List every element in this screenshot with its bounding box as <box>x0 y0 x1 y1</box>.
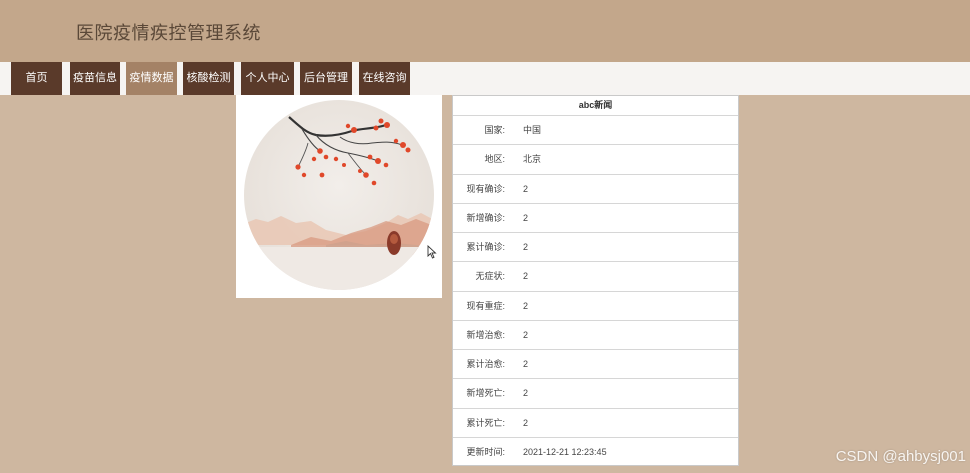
info-value: 2 <box>523 388 529 399</box>
news-image <box>236 95 442 298</box>
info-value: 2021-12-21 12:23:45 <box>523 446 607 457</box>
epidemic-detail-panel: abc新闻 国家: 中国 地区: 北京 现有确诊: 2 新增确诊: 2 累计确诊… <box>452 95 739 466</box>
info-label: 新增死亡: <box>466 388 505 399</box>
info-label: 地区: <box>484 154 505 165</box>
info-row-asymptomatic: 无症状: 2 <box>453 262 738 292</box>
info-label: 现有重症: <box>466 300 505 311</box>
panel-title: abc新闻 <box>453 96 738 116</box>
nav-item-vaccine-info[interactable]: 疫苗信息 <box>70 62 120 95</box>
main-navbar: 首页 疫苗信息 疫情数据 核酸检测 个人中心 后台管理 在线咨询 <box>0 62 970 95</box>
info-value: 2 <box>523 242 529 252</box>
nav-item-home[interactable]: 首页 <box>11 62 62 95</box>
nav-item-admin[interactable]: 后台管理 <box>300 62 352 95</box>
info-row-total-confirmed: 累计确诊: 2 <box>453 233 738 263</box>
info-label: 累计确诊: <box>466 242 505 252</box>
info-label: 累计治愈: <box>466 359 505 369</box>
nav-item-personal-center[interactable]: 个人中心 <box>241 62 294 95</box>
info-row-update-time: 更新时间: 2021-12-21 12:23:45 <box>453 438 738 467</box>
site-header: 医院疫情疾控管理系统 <box>0 0 970 62</box>
info-row-new-confirmed: 新增确诊: 2 <box>453 204 738 233</box>
info-value: 中国 <box>523 125 542 135</box>
info-label: 现有确诊: <box>466 183 505 194</box>
info-row-current-severe: 现有重症: 2 <box>453 292 738 321</box>
info-value: 2 <box>523 183 529 194</box>
info-label: 国家: <box>484 125 505 135</box>
info-row-new-cured: 新增治愈: 2 <box>453 321 738 350</box>
info-row-new-deaths: 新增死亡: 2 <box>453 379 738 409</box>
info-label: 无症状: <box>475 271 505 282</box>
info-row-region: 地区: 北京 <box>453 145 738 175</box>
info-value: 2 <box>523 271 529 282</box>
info-value: 2 <box>523 417 529 428</box>
info-row-country: 国家: 中国 <box>453 116 738 146</box>
info-value: 2 <box>523 300 529 311</box>
info-row-total-deaths: 累计死亡: 2 <box>453 409 738 438</box>
info-label: 累计死亡: <box>466 417 505 428</box>
info-label: 新增治愈: <box>466 329 505 340</box>
nav-item-epidemic-data[interactable]: 疫情数据 <box>126 62 177 95</box>
info-value: 2 <box>523 329 529 340</box>
mouse-pointer-icon <box>427 244 437 264</box>
watermark: CSDN @ahbysj001 <box>835 448 966 465</box>
info-row-current-confirmed: 现有确诊: 2 <box>453 175 738 204</box>
nav-item-online-consult[interactable]: 在线咨询 <box>359 62 410 95</box>
info-row-total-cured: 累计治愈: 2 <box>453 350 738 380</box>
info-label: 新增确诊: <box>466 212 505 223</box>
nav-item-nucleic-test[interactable]: 核酸检测 <box>183 62 234 95</box>
site-title: 医院疫情疾控管理系统 <box>76 23 261 43</box>
info-value: 2 <box>523 359 529 369</box>
info-value: 北京 <box>523 154 542 165</box>
info-label: 更新时间: <box>466 446 505 457</box>
autumn-painting-image <box>244 100 434 290</box>
info-value: 2 <box>523 212 529 223</box>
